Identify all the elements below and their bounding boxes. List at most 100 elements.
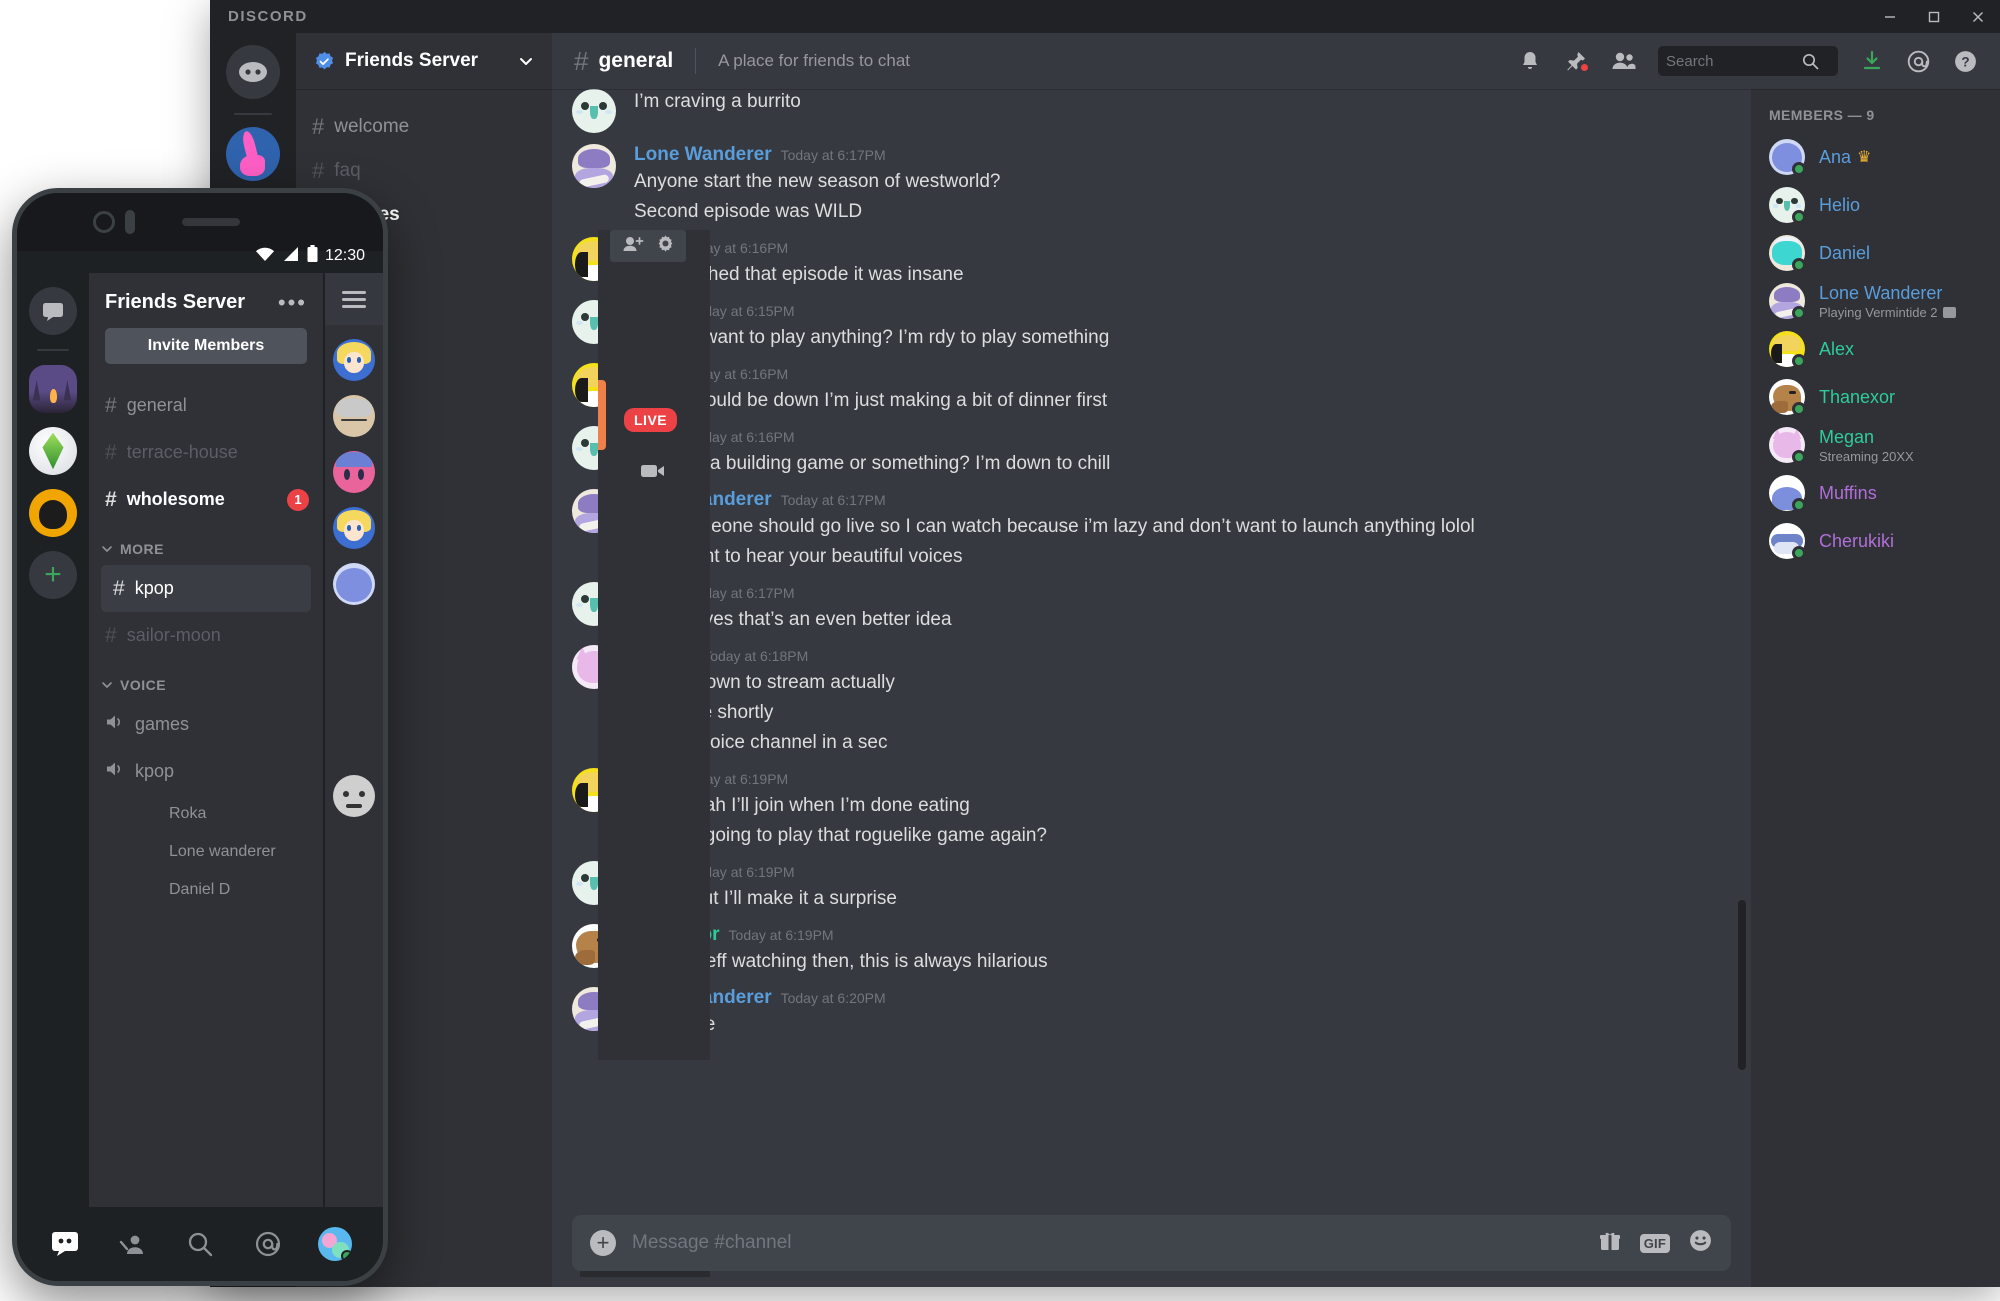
voice-member-lone-wanderer[interactable]: Lone wanderer	[89, 833, 323, 871]
add-server-button[interactable]: +	[29, 551, 77, 599]
screenshot-root: DISCORD Friends Server # welcome # faq #…	[0, 0, 2000, 1301]
gif-icon[interactable]: GIF	[1639, 1233, 1670, 1253]
server-icon-home[interactable]	[226, 45, 280, 99]
message-text: Just finished that episode it was insane	[634, 263, 964, 285]
voice-member-roka[interactable]: Roka	[89, 795, 323, 833]
add-member-icon[interactable]	[622, 235, 644, 258]
maximize-icon[interactable]	[1912, 0, 1956, 33]
bell-icon[interactable]	[1518, 49, 1542, 73]
member-row[interactable]: Thanexor	[1751, 373, 2000, 421]
phone-server-icon-sims[interactable]	[29, 427, 77, 475]
avatar[interactable]	[572, 89, 616, 133]
gift-icon[interactable]	[1598, 1229, 1622, 1258]
message-item[interactable]: HelioToday at 6:16PM Perhaps a building g…	[552, 417, 1743, 480]
download-icon[interactable]	[1860, 49, 1884, 73]
emoji-icon[interactable]	[1688, 1228, 1713, 1258]
search-box[interactable]	[1658, 46, 1838, 76]
invite-members-button[interactable]: Invite Members	[105, 328, 307, 364]
peek-avatar[interactable]	[333, 775, 375, 817]
message-item[interactable]: AlexToday at 6:16PM Ohhh I could be down …	[552, 354, 1743, 417]
message-item[interactable]: MeganToday at 6:18PM Oh I’m down to strea…	[552, 636, 1743, 759]
member-row[interactable]: Megan Streaming 20XX	[1751, 421, 2000, 469]
gear-icon[interactable]	[656, 234, 675, 258]
member-row[interactable]: Helio	[1751, 181, 2000, 229]
user-avatar[interactable]	[313, 1222, 357, 1266]
member-row[interactable]: Ana ♛	[1751, 133, 2000, 181]
avatar	[1769, 427, 1806, 464]
peek-avatar[interactable]	[333, 507, 375, 549]
phone-server-icon-home[interactable]	[29, 287, 77, 335]
channel-welcome[interactable]: # welcome	[296, 105, 552, 149]
message-item[interactable]: Lone WandererToday at 6:20PM awesome	[552, 978, 1743, 1041]
mentions-icon[interactable]	[1906, 49, 1931, 74]
member-row[interactable]: Cherukiki	[1751, 517, 2000, 565]
message-list[interactable]: I’m craving a burrito Lone Wanderer Today …	[552, 89, 1751, 1199]
message-header: MeganToday at 6:18PM	[634, 645, 1723, 667]
add-attachment-icon[interactable]: +	[590, 1230, 616, 1256]
close-icon[interactable]	[1956, 0, 2000, 33]
message-item[interactable]: ThanexorToday at 6:19PM Oh I’m deff watch…	[552, 915, 1743, 978]
phone-category-more[interactable]: MORE	[89, 523, 323, 565]
server-icon-bunny[interactable]	[226, 127, 280, 181]
phone-channel-general[interactable]: # general	[89, 382, 323, 429]
member-row[interactable]: Alex	[1751, 325, 2000, 373]
channel-faq[interactable]: # faq	[296, 149, 552, 193]
message-item[interactable]: HelioToday at 6:17PM yes yes yes that’s a…	[552, 573, 1743, 636]
hamburger-icon	[342, 287, 366, 312]
search-input[interactable]	[1666, 52, 1796, 70]
phone-more-menu-icon[interactable]: •••	[278, 291, 307, 313]
mentions-icon[interactable]	[246, 1222, 290, 1266]
message-input-placeholder[interactable]: Message #channel	[632, 1232, 1582, 1254]
phone-channel-kpop[interactable]: # kpop	[101, 565, 311, 612]
member-row[interactable]: Muffins	[1751, 469, 2000, 517]
member-row[interactable]: Lone Wanderer Playing Vermintide 2	[1751, 277, 2000, 325]
pin-icon[interactable]	[1564, 49, 1590, 73]
message-item[interactable]: AlexToday at 6:16PM Just finished that ep…	[552, 228, 1743, 291]
message-item[interactable]: I’m craving a burrito	[552, 89, 1743, 135]
peek-avatar[interactable]	[333, 395, 375, 437]
camera-icon[interactable]	[640, 462, 666, 485]
avatar[interactable]	[572, 144, 616, 188]
peek-avatar[interactable]	[333, 451, 375, 493]
members-icon[interactable]	[1610, 49, 1636, 73]
message-scrollbar[interactable]	[1738, 900, 1746, 1070]
phone-voice-channel-kpop[interactable]: kpop	[89, 748, 323, 795]
voice-member-daniel-d[interactable]: Daniel D	[89, 871, 323, 909]
phone-server-icon-yellow[interactable]	[29, 489, 77, 537]
search-icon[interactable]	[178, 1222, 222, 1266]
message-header: Lone Wanderer Today at 6:17PM	[634, 144, 1723, 166]
members-header: MEMBERS — 9	[1769, 107, 1875, 123]
help-icon[interactable]: ?	[1953, 49, 1978, 74]
message-input-box[interactable]: + Message #channel GIF	[572, 1215, 1731, 1271]
channel-label: wholesome	[126, 489, 225, 509]
message-item[interactable]: HelioToday at 6:19PM probs, but I’ll make…	[552, 852, 1743, 915]
message-item[interactable]: Lone WandererToday at 6:17PM Ohh someone …	[552, 480, 1743, 573]
member-row[interactable]: Daniel	[1751, 229, 2000, 277]
friends-icon[interactable]	[110, 1222, 154, 1266]
peek-avatar[interactable]	[333, 339, 375, 381]
voice-member-name: Daniel D	[169, 881, 231, 898]
channel-label: faq	[334, 160, 361, 181]
message-item[interactable]: Lone Wanderer Today at 6:17PM Anyone start…	[552, 135, 1743, 228]
message-author[interactable]: Lone Wanderer	[634, 144, 772, 166]
phone-server-icon-campfire[interactable]	[29, 365, 77, 413]
search-icon[interactable]	[1802, 53, 1819, 70]
channel-label: sailor-moon	[126, 625, 221, 645]
message-item[interactable]: AlexToday at 6:19PM Dope yeah I’ll join w…	[552, 759, 1743, 852]
chevron-down-icon[interactable]	[518, 53, 534, 69]
server-header[interactable]: Friends Server	[296, 33, 552, 89]
phone-channel-sailor-moon[interactable]: # sailor-moon	[89, 612, 323, 659]
phone-voice-channel-games[interactable]: games	[89, 701, 323, 748]
phone-channel-wholesome[interactable]: # wholesome 1	[89, 476, 323, 523]
message-item[interactable]: HelioToday at 6:15PM Anyone want to play …	[552, 291, 1743, 354]
member-list[interactable]: Ana ♛ Helio Daniel Lone Wanderer Playing Verm…	[1751, 133, 2000, 565]
message-text: Dope yeah I’ll join when I’m done eating	[634, 794, 970, 816]
message-body: Lone WandererToday at 6:17PM Ohh someone …	[634, 489, 1723, 571]
phone-category-voice[interactable]: VOICE	[89, 659, 323, 701]
phone-menu-button[interactable]	[325, 273, 383, 325]
home-icon[interactable]	[43, 1222, 87, 1266]
battery-icon	[307, 245, 318, 267]
peek-avatar[interactable]	[333, 563, 375, 605]
minimize-icon[interactable]	[1868, 0, 1912, 33]
phone-channel-terrace-house[interactable]: # terrace-house	[89, 429, 323, 476]
